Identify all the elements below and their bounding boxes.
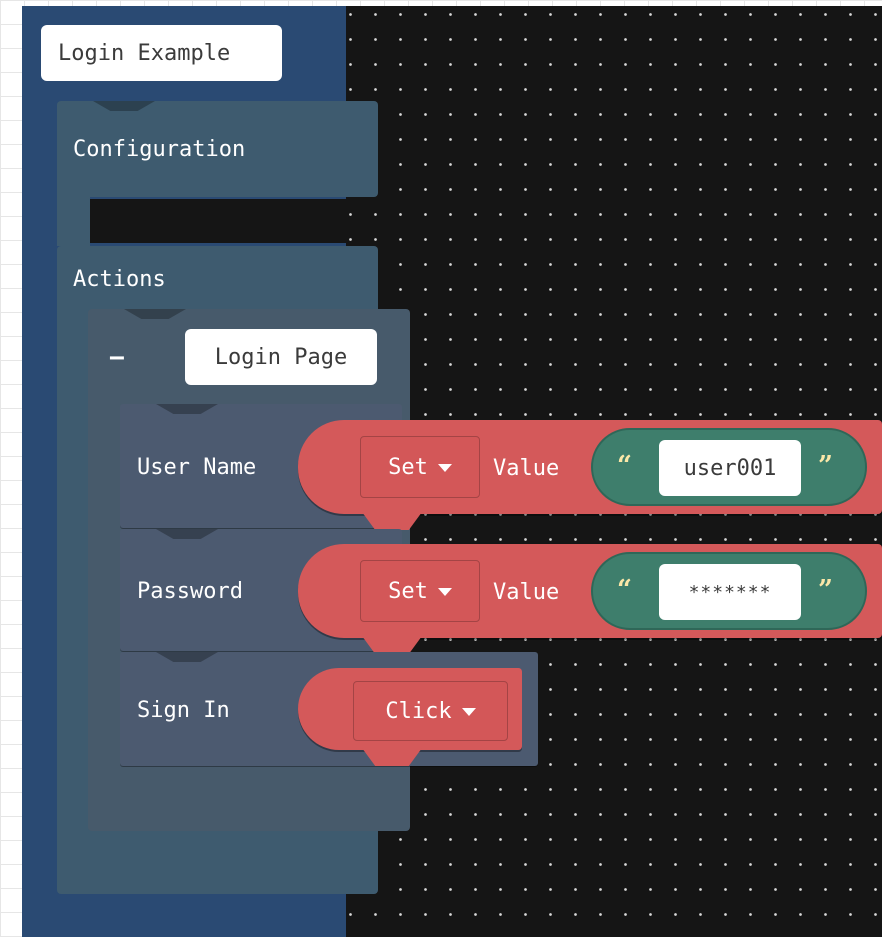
row-password-label: Password [137, 579, 243, 604]
actions-label: Actions [73, 267, 166, 292]
triangle-down-icon [461, 708, 476, 716]
triangle-down-icon [437, 588, 452, 596]
root-title-field[interactable]: Login Example [41, 25, 282, 81]
blocks-workspace[interactable]: Login Example Configuration Actions − Lo… [22, 6, 882, 937]
row-user-name-label: User Name [137, 455, 257, 480]
password-value-label: Value [493, 580, 560, 605]
triangle-down-icon [437, 464, 452, 472]
sign-in-action-dropdown[interactable]: Click [353, 681, 508, 741]
user-name-value-label: Value [493, 456, 560, 481]
password-action-dropdown[interactable]: Set [360, 560, 480, 622]
open-quote-icon: “ [617, 451, 632, 481]
password-input[interactable]: ******* [659, 564, 801, 620]
configuration-empty-slot [90, 199, 346, 243]
user-name-action-text: Set [388, 454, 428, 480]
close-quote-icon: ” [818, 575, 833, 605]
sign-in-action-text: Click [385, 698, 452, 724]
configuration-label: Configuration [73, 137, 246, 162]
password-action-text: Set [388, 578, 428, 604]
row-sign-in-label: Sign In [137, 698, 230, 723]
configuration-body [57, 186, 90, 246]
collapse-icon[interactable]: − [109, 343, 125, 373]
user-name-input[interactable]: user001 [659, 440, 801, 496]
page-title-field[interactable]: Login Page [185, 329, 377, 385]
open-quote-icon: “ [617, 575, 632, 605]
close-quote-icon: ” [818, 451, 833, 481]
user-name-action-dropdown[interactable]: Set [360, 436, 480, 498]
